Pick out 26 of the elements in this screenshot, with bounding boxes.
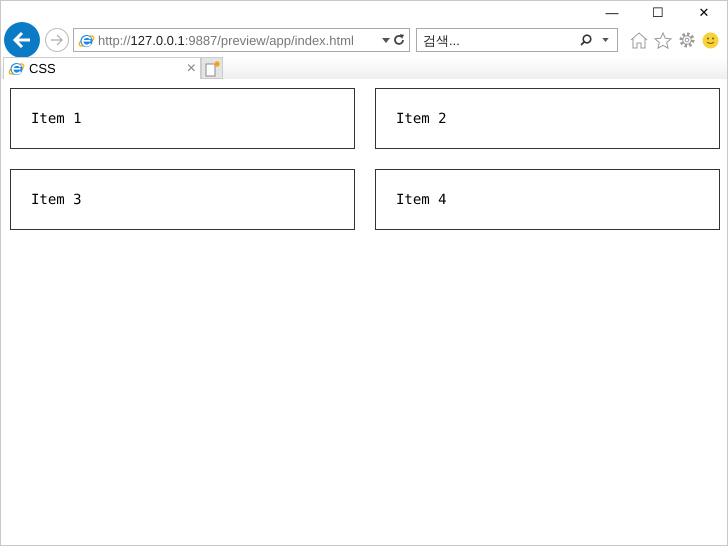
home-icon[interactable] — [630, 32, 648, 48]
back-arrow-icon — [12, 31, 32, 49]
forward-arrow-icon — [50, 34, 64, 46]
smiley-icon[interactable] — [702, 32, 719, 48]
new-tab-icon — [204, 60, 220, 76]
address-field[interactable]: http://127.0.0.1:9887/preview/app/index.html — [73, 28, 410, 52]
item-label: Item 1 — [31, 110, 82, 126]
item-label: Item 2 — [396, 110, 447, 126]
close-button[interactable]: ✕ — [681, 0, 727, 27]
browser-tab[interactable]: CSS × — [3, 57, 201, 79]
maximize-button[interactable]: ☐ — [635, 0, 681, 27]
settings-icon[interactable] — [678, 31, 696, 49]
browser-logo-icon — [8, 60, 25, 77]
item-label: Item 4 — [396, 192, 447, 208]
star-icon[interactable] — [654, 32, 672, 48]
dropdown-caret-icon — [602, 38, 609, 42]
forward-button[interactable] — [45, 28, 69, 52]
search-field[interactable]: 검색... — [416, 28, 618, 52]
back-button[interactable] — [4, 22, 40, 58]
minimize-button[interactable]: — — [589, 0, 635, 27]
new-tab-button[interactable] — [201, 57, 223, 79]
item-label: Item 3 — [31, 192, 82, 208]
refresh-icon[interactable] — [393, 34, 405, 46]
dropdown-caret-icon — [382, 38, 390, 42]
search-icon[interactable] — [580, 34, 592, 46]
close-tab-button[interactable]: × — [186, 60, 196, 76]
